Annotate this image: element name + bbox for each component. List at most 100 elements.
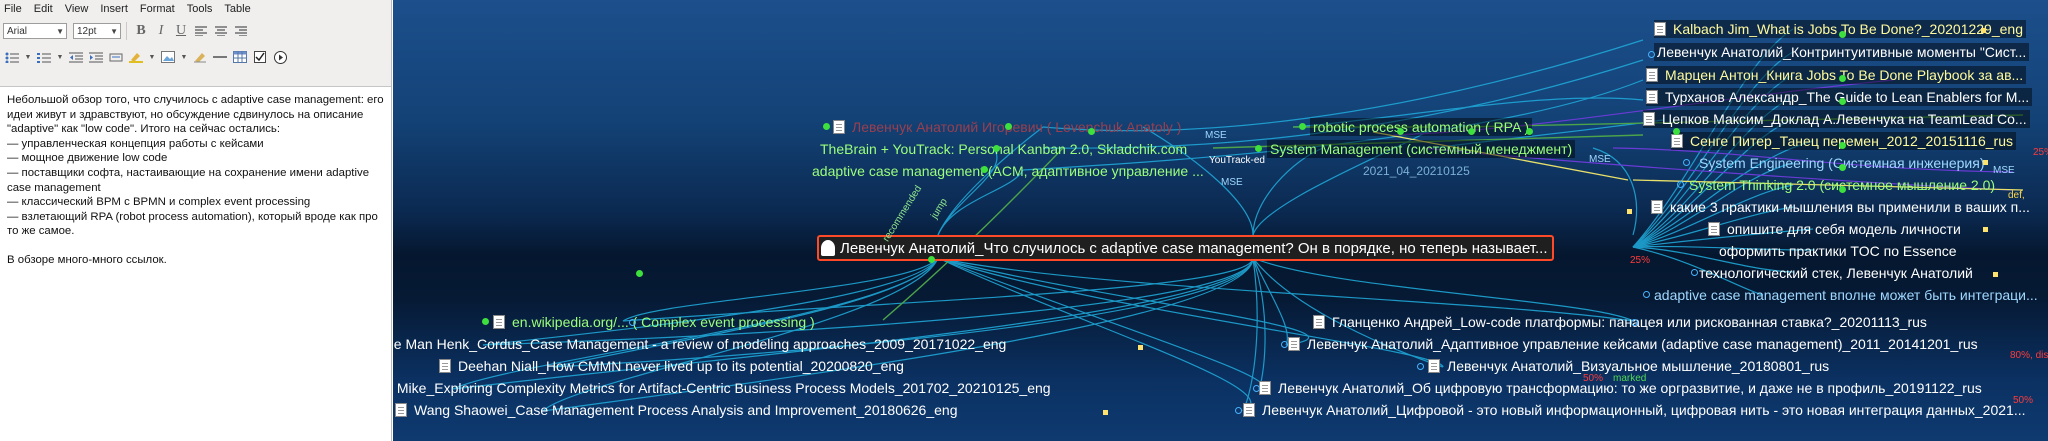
play-circle-icon[interactable] — [271, 48, 289, 66]
child-node[interactable]: Левенчук Анатолий_Адаптивное управление … — [1288, 335, 1981, 353]
node-dot — [823, 123, 830, 130]
gate-dot[interactable] — [1299, 123, 1306, 130]
gate-dot[interactable] — [1839, 164, 1846, 171]
gate-ring[interactable] — [1648, 51, 1655, 58]
doc-paragraph: — мощное движение low code — [7, 152, 168, 165]
gate-ring[interactable] — [1691, 269, 1698, 276]
menu-file[interactable]: File — [4, 3, 22, 15]
italic-button[interactable]: I — [152, 22, 170, 40]
gate-ring[interactable] — [1631, 319, 1638, 326]
menu-format[interactable]: Format — [140, 3, 175, 15]
person-photo-icon — [833, 120, 845, 134]
note-marker — [1138, 345, 1143, 350]
align-center-icon[interactable] — [212, 22, 230, 40]
jump-node[interactable]: Левенчук Анатолий_Контринтуитивные момен… — [1654, 43, 2030, 61]
highlight-color-icon[interactable] — [127, 48, 145, 66]
gate-dot[interactable] — [1839, 75, 1846, 82]
child-node[interactable]: Wang Shaowei_Case Management Process Ana… — [395, 401, 960, 419]
gate-ring[interactable] — [1643, 291, 1650, 298]
gate-dot[interactable] — [1397, 128, 1404, 135]
gate-dot[interactable] — [1839, 98, 1846, 105]
horizontal-rule-icon[interactable] — [211, 48, 229, 66]
child-node[interactable]: en.wikipedia.org/... ( Complex event pro… — [493, 313, 818, 331]
jump-node[interactable]: adaptive case management вполне может бы… — [1651, 286, 2041, 304]
gate-dot[interactable] — [1839, 142, 1846, 149]
parent-node-adaptive-case-management[interactable]: adaptive case management (ACM, адаптивно… — [809, 162, 1207, 180]
gate-dot[interactable] — [981, 166, 988, 173]
parent-node-system-management[interactable]: System Management (системный менеджмент) — [1267, 140, 1576, 158]
gate-dot[interactable] — [928, 256, 935, 263]
checkbox-icon[interactable] — [251, 48, 269, 66]
child-node[interactable]: Marin Mike_Exploring Complexity Metrics … — [393, 379, 1054, 397]
gate-dot[interactable] — [482, 318, 489, 325]
document-icon — [1428, 359, 1440, 373]
node-label: какие 3 практики мышления вы применили в… — [1670, 198, 2030, 215]
gate-dot[interactable] — [1673, 128, 1680, 135]
menu-view[interactable]: View — [65, 3, 89, 15]
gate-dot[interactable] — [1526, 128, 1533, 135]
parent-node-thebrain-youtrack[interactable]: TheBrain + YouTrack: Personal Kanban 2.0… — [817, 140, 1190, 158]
child-node[interactable]: Гланценко Андрей_Low-code платформы: пан… — [1313, 313, 1930, 331]
jump-node[interactable]: опишите для себя модель личности — [1708, 220, 1964, 238]
gate-ring[interactable] — [1677, 181, 1684, 188]
node-label: Сенге Питер_Танец перемен_2012_20151116_… — [1690, 132, 2013, 149]
node-label: оформить практики TOC по Essence — [1719, 242, 1957, 259]
chevron-down-icon: ▼ — [110, 27, 118, 36]
gate-dot[interactable] — [636, 270, 643, 277]
gate-dot[interactable] — [1255, 145, 1262, 152]
document-icon — [1288, 337, 1300, 351]
jump-node[interactable]: оформить практики TOC по Essence — [1716, 242, 1960, 260]
child-node[interactable]: Deehan Niall_How CMMN never lived up to … — [439, 357, 907, 375]
outdent-icon[interactable] — [67, 48, 85, 66]
jump-node[interactable]: технологический стек, Левенчук Анатолий — [1696, 264, 1976, 282]
bold-button[interactable]: B — [132, 22, 150, 40]
gate-dot[interactable] — [1088, 128, 1095, 135]
active-thought-label: Левенчук Анатолий_Что случилось с adapti… — [840, 239, 1548, 257]
node-label: Kalbach Jim_What is Jobs To Be Done?_202… — [1673, 20, 2023, 37]
menu-edit[interactable]: Edit — [34, 3, 53, 15]
node-label: Левенчук Анатолий_Адаптивное управление … — [1307, 335, 1978, 352]
insert-image-icon[interactable] — [159, 48, 177, 66]
child-node[interactable]: de Man Henk_Cordus_Case Management - a r… — [393, 335, 1009, 353]
gate-ring[interactable] — [1253, 385, 1260, 392]
menu-tools[interactable]: Tools — [187, 3, 213, 15]
bullet-list-icon[interactable] — [3, 48, 21, 66]
menu-table[interactable]: Table — [224, 3, 250, 15]
note-marker — [1627, 209, 1632, 214]
underline-button[interactable]: U — [172, 22, 190, 40]
jump-node[interactable]: какие 3 практики мышления вы применили в… — [1651, 198, 2033, 216]
parent-node-rpa[interactable]: robotic process automation ( RPA ) — [1310, 118, 1533, 136]
gate-dot[interactable] — [1839, 31, 1846, 38]
menu-insert[interactable]: Insert — [100, 3, 128, 15]
child-node[interactable]: Левенчук Анатолий_Цифровой - это новый и… — [1243, 401, 2029, 419]
font-family-value: Arial — [7, 25, 28, 37]
align-right-icon[interactable] — [232, 22, 250, 40]
gate-ring[interactable] — [1281, 341, 1288, 348]
clear-format-icon[interactable] — [191, 48, 209, 66]
table-icon[interactable] — [231, 48, 249, 66]
indent-icon[interactable] — [87, 48, 105, 66]
brain-graph-canvas[interactable]: Левенчук Анатолий Игоревич ( Levenchuk A… — [393, 0, 2048, 441]
gate-dot[interactable] — [1005, 123, 1012, 130]
font-size-select[interactable]: 12pt ▼ — [73, 23, 121, 39]
link-icon[interactable] — [107, 48, 125, 66]
chevron-down-icon[interactable]: ▼ — [55, 48, 65, 66]
jump-node[interactable]: Цепков Максим_Доклад А.Левенчука на Team… — [1643, 110, 2030, 128]
numbered-list-icon[interactable] — [35, 48, 53, 66]
font-family-select[interactable]: Arial ▼ — [3, 23, 67, 39]
chevron-down-icon[interactable]: ▼ — [179, 48, 189, 66]
gate-ring[interactable] — [1417, 363, 1424, 370]
gate-dot[interactable] — [993, 145, 1000, 152]
jump-node[interactable]: Марцен Антон_Книга Jobs To Be Done Playb… — [1646, 66, 2027, 84]
align-left-icon[interactable] — [192, 22, 210, 40]
parent-node-date-tag[interactable]: 2021_04_20210125 — [1360, 162, 1473, 180]
editor-menubar: File Edit View Insert Format Tools Table — [0, 0, 391, 18]
chevron-down-icon[interactable]: ▼ — [23, 48, 33, 66]
gate-ring[interactable] — [629, 319, 636, 326]
chevron-down-icon[interactable]: ▼ — [147, 48, 157, 66]
gate-ring[interactable] — [1683, 159, 1690, 166]
gate-dot[interactable] — [1839, 186, 1846, 193]
document-body[interactable]: Небольшой обзор того, что случилось с ad… — [0, 86, 391, 441]
gate-ring[interactable] — [1235, 407, 1242, 414]
gate-dot[interactable] — [1468, 128, 1475, 135]
